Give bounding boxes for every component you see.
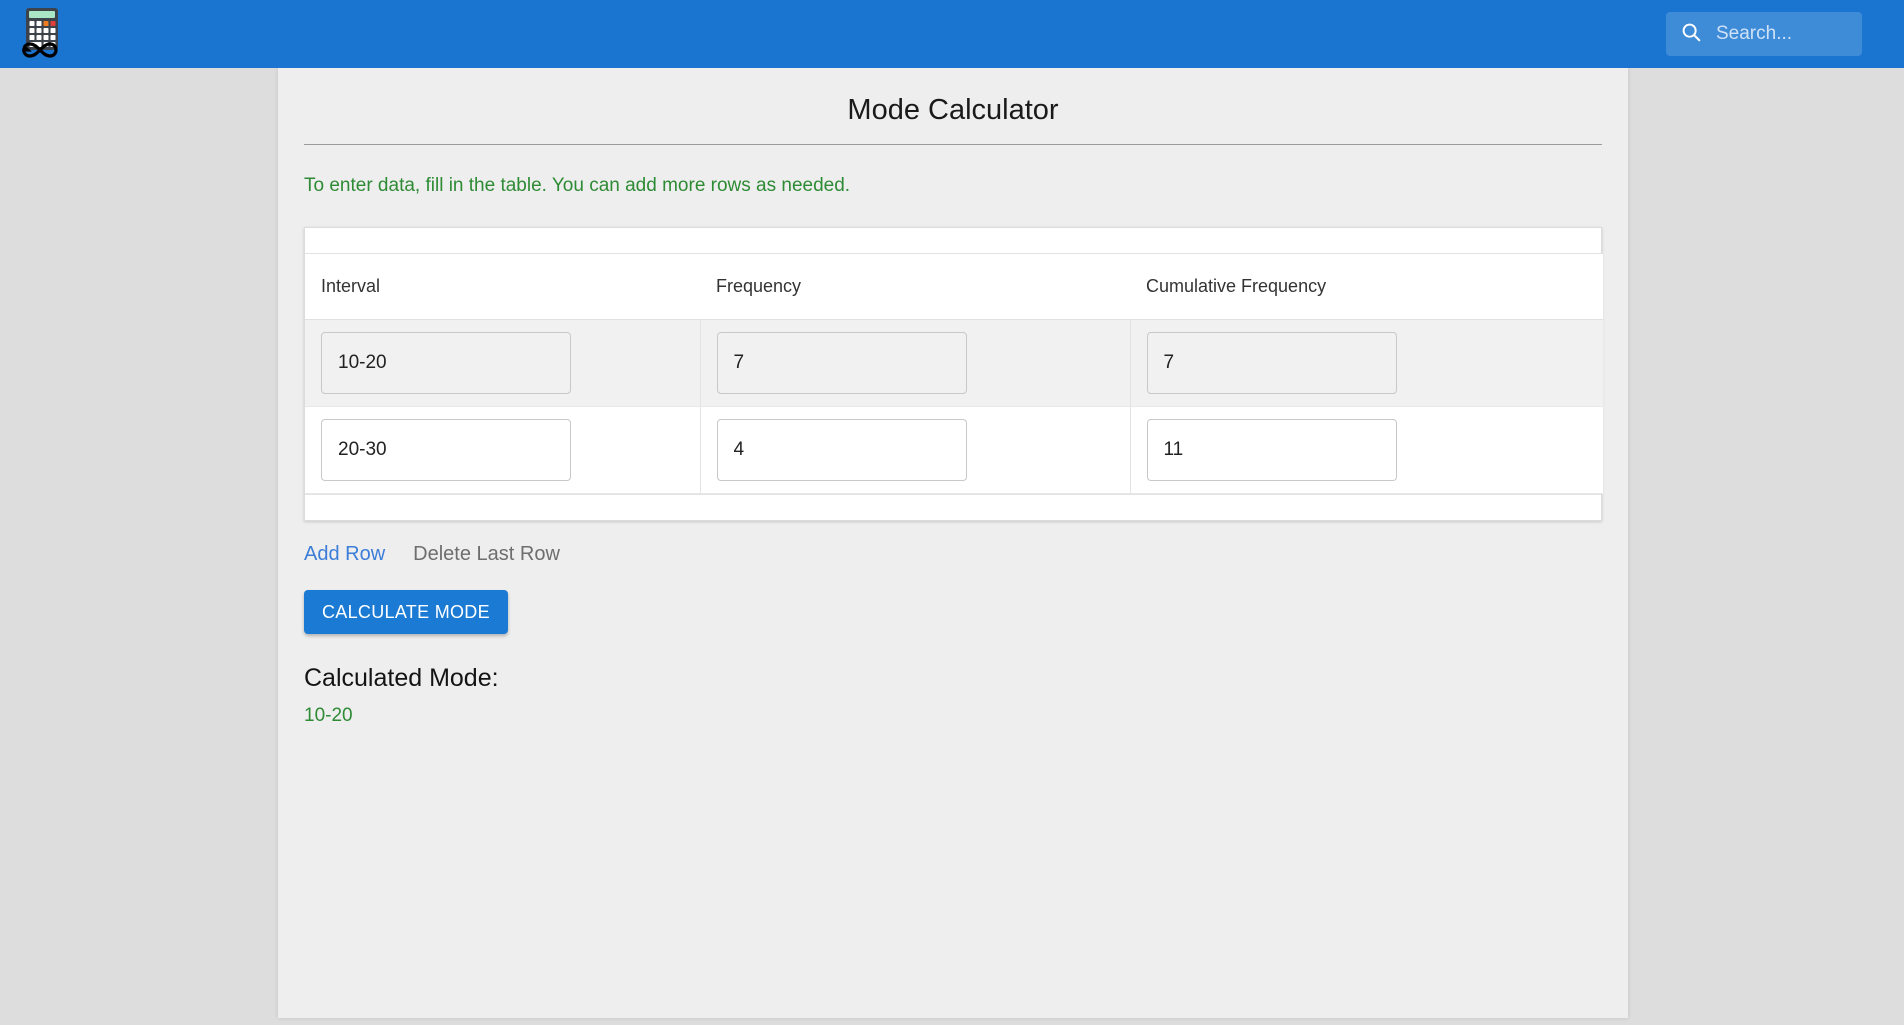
data-table-card: Interval Frequency Cumulative Frequency: [304, 227, 1603, 521]
delete-last-row-button[interactable]: Delete Last Row: [413, 543, 560, 566]
cell-interval: [305, 319, 701, 407]
search-box[interactable]: [1666, 12, 1862, 56]
cell-interval: [305, 406, 701, 494]
search-input[interactable]: [1714, 22, 1848, 46]
page-title: Mode Calculator: [847, 94, 1059, 126]
add-row-button[interactable]: Add Row: [304, 543, 385, 566]
calculate-mode-button[interactable]: CALCULATE MODE: [304, 590, 508, 634]
cumulative-input-row-1[interactable]: [1146, 332, 1397, 394]
row-controls: Add Row Delete Last Row: [304, 521, 1602, 566]
app-bar: [0, 0, 1904, 68]
interval-input-row-1[interactable]: [321, 332, 571, 394]
table-body: [305, 319, 1603, 494]
table-row: [305, 319, 1603, 407]
search-icon: [1680, 21, 1702, 48]
cell-cumulative: [1130, 319, 1603, 407]
cell-frequency: [700, 319, 1131, 407]
instructions-text: To enter data, fill in the table. You ca…: [304, 175, 851, 196]
frequency-table: Interval Frequency Cumulative Frequency: [305, 254, 1603, 494]
brand[interactable]: [0, 6, 66, 62]
cell-frequency: [700, 406, 1131, 494]
calculate-button-wrap: CALCULATE MODE: [304, 566, 1602, 634]
content-panel: Mode Calculator To enter data, fill in t…: [278, 68, 1628, 1018]
calculator-infinity-logo-icon[interactable]: [18, 6, 66, 62]
table-row: [305, 406, 1603, 494]
interval-input-row-2[interactable]: [321, 419, 571, 481]
table-bottom-strip: [305, 494, 1601, 520]
cumulative-input-row-2[interactable]: [1146, 419, 1397, 481]
column-header-interval: Interval: [305, 254, 700, 320]
frequency-input-row-1[interactable]: [716, 332, 967, 394]
cell-cumulative: [1130, 406, 1603, 494]
table-header-row: Interval Frequency Cumulative Frequency: [305, 254, 1603, 320]
column-header-cumulative-frequency: Cumulative Frequency: [1130, 254, 1603, 320]
table-header: Interval Frequency Cumulative Frequency: [305, 254, 1603, 320]
frequency-input-row-2[interactable]: [716, 419, 967, 481]
table-top-strip: [305, 228, 1601, 254]
result-value: 10-20: [304, 705, 353, 726]
column-header-frequency: Frequency: [700, 254, 1130, 320]
result-heading: Calculated Mode:: [304, 664, 499, 692]
